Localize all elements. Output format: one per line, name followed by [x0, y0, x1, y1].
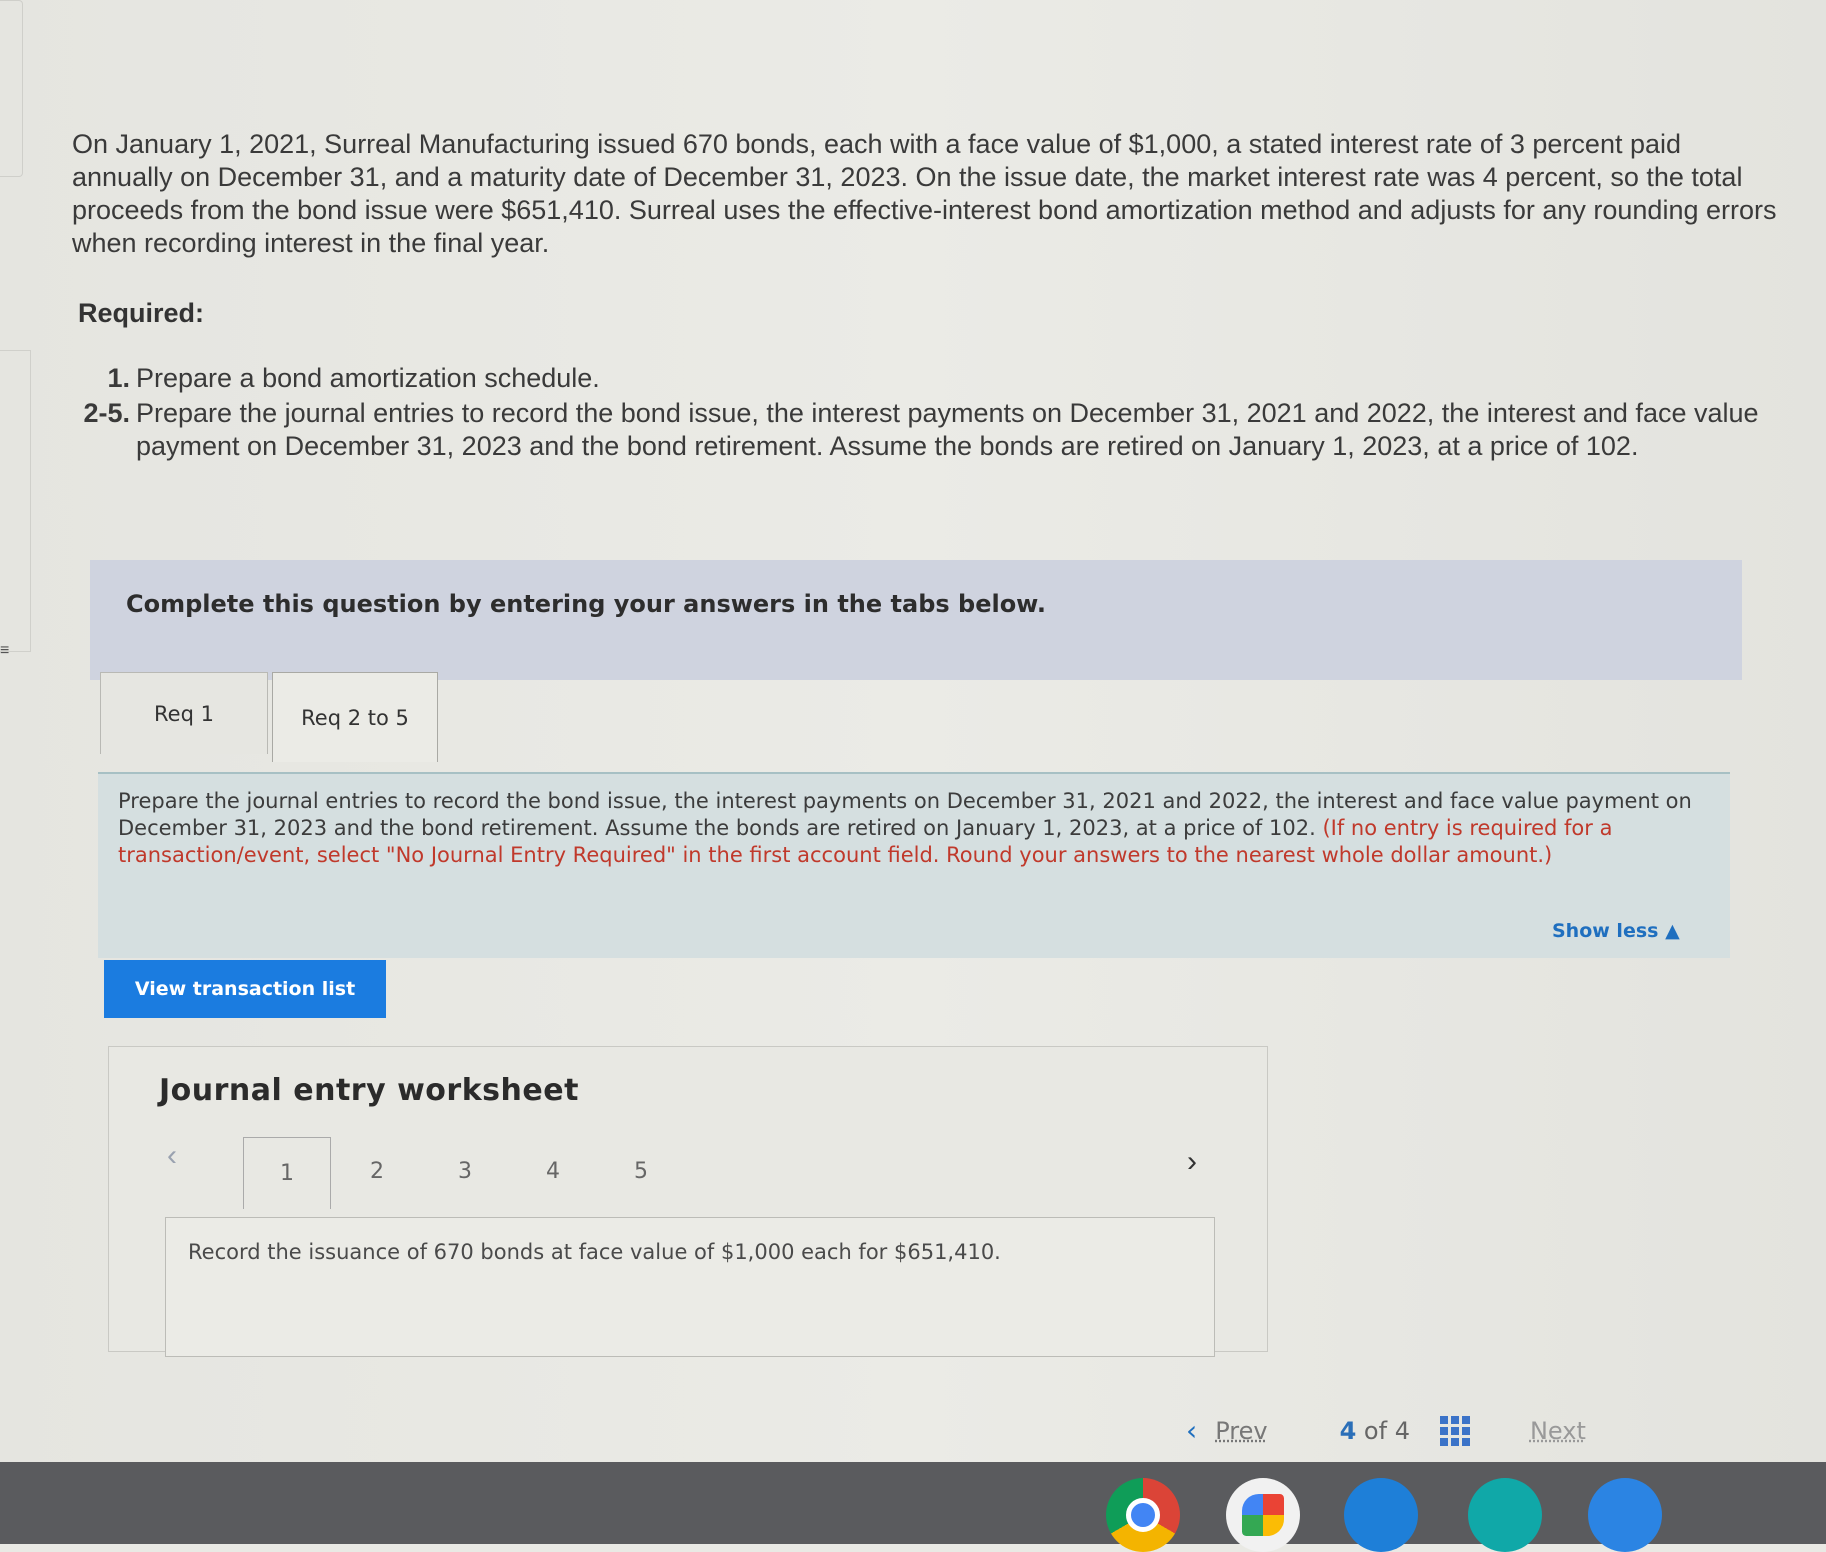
chevron-left-icon[interactable]: ‹: [1186, 1414, 1197, 1447]
chevron-right-icon[interactable]: ›: [1187, 1145, 1197, 1179]
required-item-1: 1. Prepare a bond amortization schedule.: [78, 362, 1778, 395]
worksheet-tab-label: 1: [280, 1161, 294, 1186]
tab-instructions: Prepare the journal entries to record th…: [98, 772, 1730, 958]
worksheet-tab-label: 4: [546, 1158, 560, 1184]
taskbar: [0, 1462, 1826, 1544]
worksheet-tab-label: 3: [458, 1158, 472, 1184]
worksheet-tab-label: 2: [370, 1158, 384, 1184]
screen: ≡ On January 1, 2021, Surreal Manufactur…: [0, 0, 1826, 1462]
required-heading: Required:: [78, 298, 205, 328]
worksheet-description: Record the issuance of 670 bonds at face…: [188, 1240, 1001, 1264]
worksheet-tab-4[interactable]: 4: [509, 1137, 597, 1205]
problem-statement: On January 1, 2021, Surreal Manufacturin…: [72, 129, 1777, 258]
worksheet-tab-1[interactable]: 1: [243, 1137, 331, 1209]
tab-label: Req 2 to 5: [301, 705, 409, 730]
journal-entry-worksheet: Journal entry worksheet ‹ 1 2 3 4 5 › Re…: [108, 1046, 1268, 1357]
instructions-banner: Complete this question by entering your …: [90, 560, 1742, 680]
page-of: of: [1363, 1416, 1388, 1445]
current-page: 4: [1339, 1416, 1357, 1445]
chrome-icon[interactable]: [1106, 1478, 1180, 1552]
tab-req-2-to-5[interactable]: Req 2 to 5: [272, 672, 438, 762]
banner-text: Complete this question by entering your …: [126, 590, 1046, 618]
grid-icon[interactable]: [1439, 1415, 1470, 1446]
question-pager: ‹ Prev 4 of 4 Next: [1186, 1414, 1586, 1447]
required-item-text: Prepare the journal entries to record th…: [136, 398, 1759, 461]
show-less-link[interactable]: Show less ▲: [1552, 920, 1680, 942]
worksheet-tab-label: 5: [634, 1158, 648, 1184]
worksheet-tab-2[interactable]: 2: [333, 1137, 421, 1205]
tab-label: Req 1: [154, 701, 214, 726]
files-icon[interactable]: [1588, 1478, 1662, 1552]
left-edge-panel: [0, 0, 23, 177]
left-edge-label: ≡: [0, 642, 10, 659]
required-item-number: 2-5.: [83, 398, 130, 428]
worksheet-tab-3[interactable]: 3: [421, 1137, 509, 1205]
left-edge-panel-lower: [0, 350, 31, 652]
photos-icon[interactable]: [1226, 1478, 1300, 1552]
next-link[interactable]: Next: [1530, 1417, 1586, 1445]
view-transaction-list-button[interactable]: View transaction list: [104, 960, 386, 1018]
video-call-icon[interactable]: [1468, 1478, 1542, 1552]
required-list: 1. Prepare a bond amortization schedule.…: [78, 362, 1778, 465]
page-count: 4 of 4: [1340, 1417, 1410, 1445]
prev-link[interactable]: Prev: [1215, 1417, 1267, 1445]
worksheet-tab-5[interactable]: 5: [597, 1137, 685, 1205]
cloud-icon[interactable]: [1344, 1478, 1418, 1552]
required-item-2-5: 2-5. Prepare the journal entries to reco…: [78, 397, 1778, 463]
tab-req-1[interactable]: Req 1: [100, 672, 268, 754]
chevron-left-icon[interactable]: ‹: [167, 1139, 177, 1173]
required-item-text: Prepare a bond amortization schedule.: [136, 363, 600, 393]
worksheet-title: Journal entry worksheet: [159, 1073, 579, 1108]
total-pages: 4: [1394, 1416, 1410, 1445]
worksheet-panel: Record the issuance of 670 bonds at face…: [165, 1217, 1215, 1357]
required-item-number: 1.: [107, 363, 130, 393]
